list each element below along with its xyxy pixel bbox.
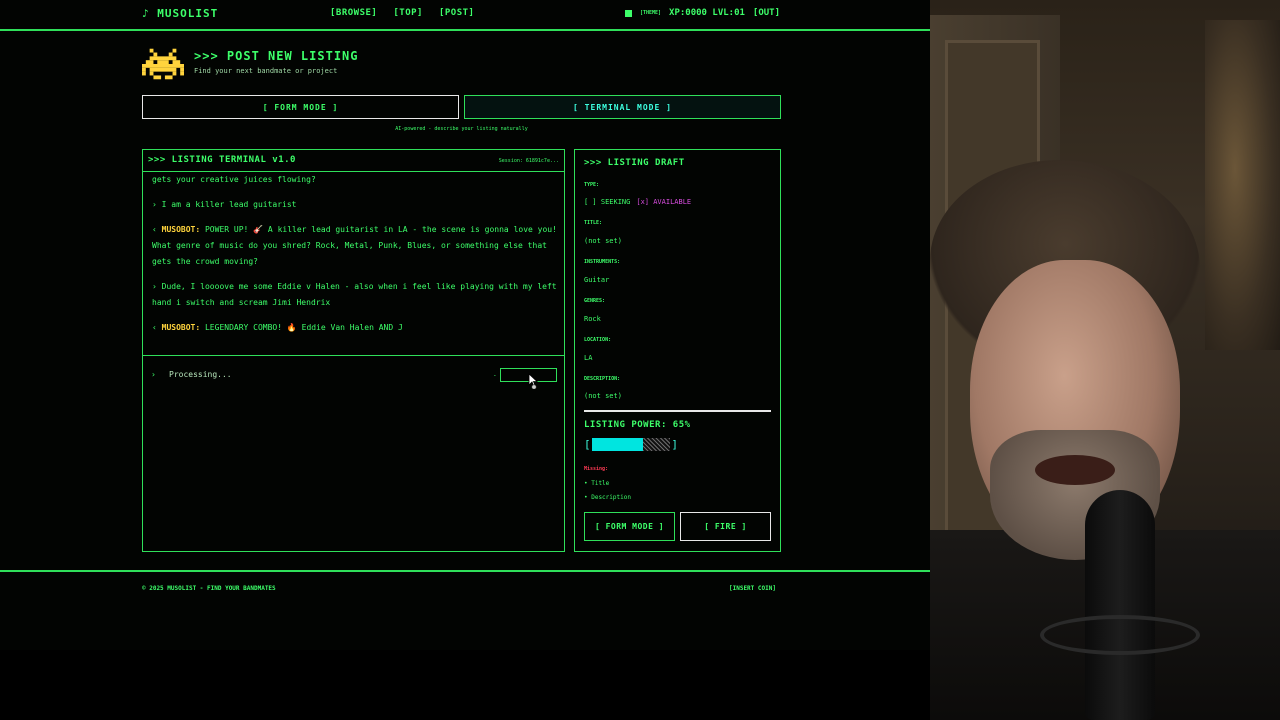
description-label: DESCRIPTION: bbox=[584, 376, 621, 382]
power-bar-track bbox=[591, 437, 671, 451]
message-prefix: › bbox=[152, 282, 162, 291]
message-text: POWER UP! 🎸 A killer lead guitarist in L… bbox=[152, 225, 557, 266]
message-prefix: › bbox=[152, 200, 162, 209]
webcam-background bbox=[1205, 20, 1280, 350]
draft-divider bbox=[584, 410, 771, 412]
input-divider bbox=[143, 355, 564, 356]
missing-item: • Title bbox=[584, 480, 610, 487]
send-indicator: - bbox=[493, 372, 497, 379]
power-bar-fill bbox=[591, 437, 643, 451]
listing-power-label: LISTING POWER: 65% bbox=[584, 420, 691, 430]
message-text: I am a killer lead guitarist bbox=[161, 200, 297, 209]
nav-status: [THEME] XP:0000 LVL:01 [OUT] bbox=[624, 8, 780, 18]
app-window: ♪ MUSOLIST [BROWSE] [TOP] [POST] [THEME]… bbox=[0, 0, 930, 650]
title-value: (not set) bbox=[584, 237, 622, 245]
form-mode-tab[interactable]: [ FORM MODE ] bbox=[142, 95, 459, 119]
insert-coin-link[interactable]: [INSERT COIN] bbox=[729, 585, 776, 592]
webcam-overlay bbox=[930, 0, 1280, 720]
logout-link[interactable]: [OUT] bbox=[753, 8, 780, 18]
message-text: Dude, I loooove me some Eddie v Halen - … bbox=[152, 282, 557, 307]
message-sender: MUSOBOT: bbox=[161, 323, 201, 332]
instruments-label: INSTRUMENTS: bbox=[584, 259, 621, 265]
missing-item: • Description bbox=[584, 494, 631, 501]
location-value: LA bbox=[584, 354, 593, 362]
terminal-mode-tab[interactable]: [ TERMINAL MODE ] bbox=[464, 95, 781, 119]
nav-link-top[interactable]: [TOP] bbox=[393, 8, 423, 18]
chat-message: › I am a killer lead guitarist bbox=[152, 197, 557, 213]
terminal-input-row[interactable]: › Processing... - bbox=[143, 365, 564, 387]
genres-label: GENRES: bbox=[584, 298, 606, 304]
microphone-mount bbox=[1040, 615, 1200, 655]
chat-message: ‹ MUSOBOT: LEGENDARY COMBO! 🔥 Eddie Van … bbox=[152, 320, 557, 336]
bar-bracket-close: ] bbox=[671, 437, 678, 451]
seeking-checkbox[interactable]: [ ] SEEKING bbox=[584, 198, 630, 206]
theme-toggle[interactable] bbox=[624, 9, 632, 17]
page-bottom-area bbox=[0, 650, 930, 720]
footer-copyright: © 2025 MUSOLIST - FIND YOUR BANDMATES bbox=[142, 585, 276, 592]
chat-message: gets your creative juices flowing? bbox=[152, 174, 557, 188]
message-prefix: ‹ bbox=[152, 323, 162, 332]
mouse-cursor-icon bbox=[528, 373, 538, 389]
listing-draft-panel: >>> LISTING DRAFT TYPE: [ ] SEEKING [x] A… bbox=[574, 149, 781, 552]
type-label: TYPE: bbox=[584, 182, 600, 188]
genres-value: Rock bbox=[584, 315, 601, 323]
webcam-mouth bbox=[1035, 455, 1115, 485]
message-prefix: ‹ bbox=[152, 225, 162, 234]
chat-message: › Dude, I loooove me some Eddie v Halen … bbox=[152, 279, 557, 311]
nav-link-browse[interactable]: [BROWSE] bbox=[330, 8, 377, 18]
microphone bbox=[1085, 490, 1155, 720]
chat-log[interactable]: gets your creative juices flowing? › I a… bbox=[152, 174, 557, 354]
ai-powered-note: AI-powered - describe your listing natur… bbox=[395, 126, 528, 132]
site-logo[interactable]: ♪ MUSOLIST bbox=[142, 7, 218, 20]
terminal-header: >>> LISTING TERMINAL v1.0 Session: 61891… bbox=[143, 150, 564, 172]
listing-terminal: >>> LISTING TERMINAL v1.0 Session: 61891… bbox=[142, 149, 565, 552]
message-sender: MUSOBOT: bbox=[161, 225, 201, 234]
message-text: LEGENDARY COMBO! 🔥 Eddie Van Halen AND J bbox=[200, 323, 403, 332]
top-nav: ♪ MUSOLIST [BROWSE] [TOP] [POST] [THEME]… bbox=[0, 0, 930, 31]
instruments-value: Guitar bbox=[584, 276, 610, 284]
prompt-chevron-icon: › bbox=[151, 370, 156, 379]
nav-links: [BROWSE] [TOP] [POST] bbox=[330, 8, 474, 18]
description-value: (not set) bbox=[584, 392, 622, 400]
message-text: gets your creative juices flowing? bbox=[152, 175, 316, 184]
nav-link-post[interactable]: [POST] bbox=[439, 8, 475, 18]
session-id: Session: 61891c7e... bbox=[498, 158, 559, 164]
chat-message: ‹ MUSOBOT: POWER UP! 🎸 A killer lead gui… bbox=[152, 222, 557, 270]
page-subtitle: Find your next bandmate or project bbox=[194, 67, 338, 75]
type-field: [ ] SEEKING [x] AVAILABLE bbox=[584, 198, 691, 206]
listing-power-bar: [ ] bbox=[584, 436, 678, 452]
terminal-title: >>> LISTING TERMINAL v1.0 bbox=[148, 155, 296, 165]
bar-bracket-open: [ bbox=[584, 437, 591, 451]
footer-divider bbox=[0, 570, 930, 572]
title-label: TITLE: bbox=[584, 220, 603, 226]
page-title: >>> POST NEW LISTING bbox=[194, 49, 359, 63]
draft-title: >>> LISTING DRAFT bbox=[584, 158, 685, 168]
theme-label[interactable]: [THEME] bbox=[640, 10, 661, 16]
switch-form-mode-button[interactable]: [ FORM MODE ] bbox=[584, 512, 675, 541]
available-checkbox[interactable]: [x] AVAILABLE bbox=[636, 198, 691, 206]
terminal-input[interactable]: Processing... bbox=[169, 370, 232, 379]
missing-label: Missing: bbox=[584, 466, 609, 472]
player-stats: XP:0000 LVL:01 bbox=[669, 8, 745, 18]
space-invader-icon bbox=[142, 48, 184, 80]
fire-button[interactable]: [ FIRE ] bbox=[680, 512, 771, 541]
location-label: LOCATION: bbox=[584, 337, 612, 343]
